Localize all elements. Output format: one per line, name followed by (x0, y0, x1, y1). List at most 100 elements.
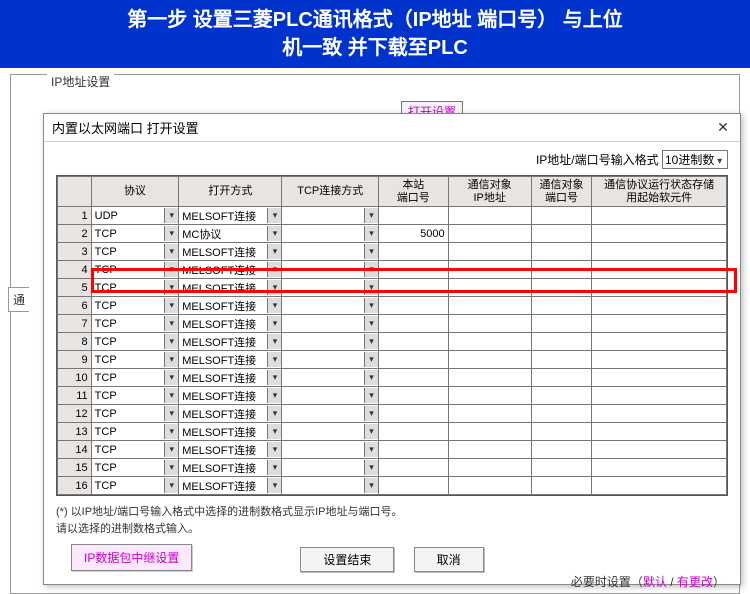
chevron-down-icon[interactable]: ▾ (267, 406, 281, 421)
device-cell[interactable] (592, 225, 727, 243)
device-cell[interactable] (592, 405, 727, 423)
tcp-method-select[interactable]: ▾ (282, 369, 378, 386)
remote-ip-cell[interactable] (448, 243, 531, 261)
chevron-down-icon[interactable]: ▾ (364, 244, 378, 259)
local-port-cell[interactable] (379, 315, 449, 333)
protocol-select[interactable]: TCP▾ (92, 477, 179, 494)
chevron-down-icon[interactable]: ▾ (164, 280, 178, 295)
open-method-select[interactable]: MELSOFT连接▾ (179, 297, 281, 314)
device-cell[interactable] (592, 333, 727, 351)
local-port-cell[interactable] (379, 459, 449, 477)
protocol-select[interactable]: TCP▾ (92, 261, 179, 278)
chevron-down-icon[interactable]: ▾ (364, 334, 378, 349)
chevron-down-icon[interactable]: ▾ (164, 316, 178, 331)
remote-ip-cell[interactable] (448, 315, 531, 333)
remote-port-cell[interactable] (531, 369, 592, 387)
local-port-cell[interactable] (379, 297, 449, 315)
protocol-select[interactable]: UDP▾ (92, 207, 179, 224)
device-cell[interactable] (592, 441, 727, 459)
remote-port-cell[interactable] (531, 279, 592, 297)
remote-port-cell[interactable] (531, 423, 592, 441)
remote-ip-cell[interactable] (448, 405, 531, 423)
remote-port-cell[interactable] (531, 333, 592, 351)
local-port-cell[interactable] (379, 441, 449, 459)
device-cell[interactable] (592, 423, 727, 441)
remote-port-cell[interactable] (531, 225, 592, 243)
chevron-down-icon[interactable]: ▾ (164, 352, 178, 367)
chevron-down-icon[interactable]: ▾ (164, 442, 178, 457)
protocol-select[interactable]: TCP▾ (92, 315, 179, 332)
open-method-select[interactable]: MELSOFT连接▾ (179, 261, 281, 278)
local-port-cell[interactable] (379, 423, 449, 441)
remote-port-cell[interactable] (531, 441, 592, 459)
remote-port-cell[interactable] (531, 261, 592, 279)
chevron-down-icon[interactable]: ▾ (164, 262, 178, 277)
chevron-down-icon[interactable]: ▾ (267, 334, 281, 349)
protocol-select[interactable]: TCP▾ (92, 297, 179, 314)
protocol-select[interactable]: TCP▾ (92, 423, 179, 440)
tcp-method-select[interactable]: ▾ (282, 405, 378, 422)
remote-ip-cell[interactable] (448, 387, 531, 405)
chevron-down-icon[interactable]: ▾ (164, 478, 178, 493)
local-port-cell[interactable] (379, 369, 449, 387)
remote-ip-cell[interactable] (448, 351, 531, 369)
open-method-select[interactable]: MELSOFT连接▾ (179, 243, 281, 260)
chevron-down-icon[interactable]: ▾ (364, 424, 378, 439)
open-method-select[interactable]: MELSOFT连接▾ (179, 405, 281, 422)
tcp-method-select[interactable]: ▾ (282, 459, 378, 476)
device-cell[interactable] (592, 477, 727, 495)
open-method-select[interactable]: MELSOFT连接▾ (179, 279, 281, 296)
tcp-method-select[interactable]: ▾ (282, 297, 378, 314)
remote-ip-cell[interactable] (448, 477, 531, 495)
local-port-cell[interactable] (379, 243, 449, 261)
remote-ip-cell[interactable] (448, 297, 531, 315)
chevron-down-icon[interactable]: ▾ (164, 424, 178, 439)
chevron-down-icon[interactable]: ▾ (364, 478, 378, 493)
chevron-down-icon[interactable]: ▾ (364, 442, 378, 457)
device-cell[interactable] (592, 261, 727, 279)
remote-port-cell[interactable] (531, 315, 592, 333)
open-method-select[interactable]: MELSOFT连接▾ (179, 315, 281, 332)
remote-ip-cell[interactable] (448, 279, 531, 297)
chevron-down-icon[interactable]: ▾ (164, 226, 178, 241)
chevron-down-icon[interactable]: ▾ (364, 370, 378, 385)
protocol-select[interactable]: TCP▾ (92, 405, 179, 422)
device-cell[interactable] (592, 297, 727, 315)
open-method-select[interactable]: MELSOFT连接▾ (179, 459, 281, 476)
tcp-method-select[interactable]: ▾ (282, 243, 378, 260)
chevron-down-icon[interactable]: ▾ (364, 406, 378, 421)
chevron-down-icon[interactable]: ▾ (267, 280, 281, 295)
tcp-method-select[interactable]: ▾ (282, 351, 378, 368)
protocol-select[interactable]: TCP▾ (92, 369, 179, 386)
chevron-down-icon[interactable]: ▾ (267, 460, 281, 475)
chevron-down-icon[interactable]: ▾ (267, 208, 281, 223)
open-method-select[interactable]: MELSOFT连接▾ (179, 207, 281, 224)
device-cell[interactable] (592, 243, 727, 261)
open-method-select[interactable]: MC协议▾ (179, 225, 281, 242)
remote-port-cell[interactable] (531, 459, 592, 477)
open-method-select[interactable]: MELSOFT连接▾ (179, 423, 281, 440)
protocol-select[interactable]: TCP▾ (92, 459, 179, 476)
tcp-method-select[interactable]: ▾ (282, 207, 378, 224)
tcp-method-select[interactable]: ▾ (282, 423, 378, 440)
chevron-down-icon[interactable]: ▾ (164, 244, 178, 259)
chevron-down-icon[interactable]: ▾ (364, 298, 378, 313)
chevron-down-icon[interactable]: ▾ (164, 334, 178, 349)
device-cell[interactable] (592, 207, 727, 225)
chevron-down-icon[interactable]: ▾ (267, 478, 281, 493)
protocol-select[interactable]: TCP▾ (92, 387, 179, 404)
remote-port-cell[interactable] (531, 405, 592, 423)
remote-ip-cell[interactable] (448, 225, 531, 243)
chevron-down-icon[interactable]: ▾ (267, 298, 281, 313)
protocol-select[interactable]: TCP▾ (92, 225, 179, 242)
tcp-method-select[interactable]: ▾ (282, 333, 378, 350)
close-icon[interactable]: ✕ (714, 119, 732, 137)
cancel-button[interactable]: 取消 (414, 547, 484, 572)
chevron-down-icon[interactable]: ▾ (267, 226, 281, 241)
remote-ip-cell[interactable] (448, 369, 531, 387)
tcp-method-select[interactable]: ▾ (282, 225, 378, 242)
chevron-down-icon[interactable]: ▾ (364, 460, 378, 475)
local-port-cell[interactable] (379, 405, 449, 423)
local-port-cell[interactable] (379, 279, 449, 297)
remote-port-cell[interactable] (531, 297, 592, 315)
